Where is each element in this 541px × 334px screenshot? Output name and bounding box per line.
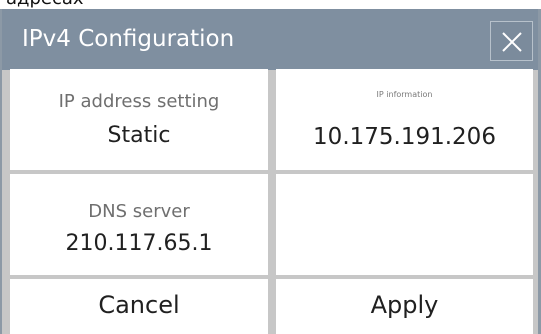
page-heading-text: адресах [6,0,84,9]
ip-address-setting-cell[interactable]: IP address setting Static [10,69,268,170]
screen: адресах IPv4 Configuration IP address se… [0,0,541,334]
dialog-title-bar: IPv4 Configuration [2,9,538,70]
dns-server-label: DNS server [88,201,190,222]
ip-information-label: IP information [376,90,433,99]
close-icon [502,32,522,52]
page-heading-fragment: адресах [0,0,541,9]
ip-address-setting-value: Static [107,123,171,148]
dns-server-cell[interactable]: DNS server 210.117.65.1 [10,174,268,275]
ipv4-configuration-dialog: IPv4 Configuration IP address setting St… [0,9,541,334]
ip-address-setting-label: IP address setting [58,91,220,112]
dns-server-value: 210.117.65.1 [65,231,213,256]
ip-information-value: 10.175.191.206 [313,124,496,150]
close-button[interactable] [490,21,533,61]
dialog-title: IPv4 Configuration [22,26,235,52]
empty-cell [276,174,533,275]
ip-information-cell[interactable]: IP information 10.175.191.206 [276,69,533,170]
cancel-button[interactable]: Cancel [10,279,268,334]
apply-button[interactable]: Apply [276,279,533,334]
